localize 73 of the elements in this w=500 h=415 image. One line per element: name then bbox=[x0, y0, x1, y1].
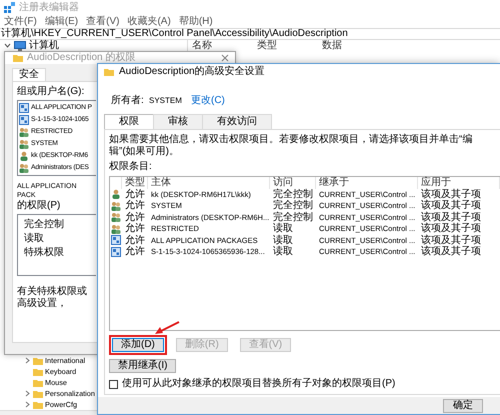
table-cell-text: 允许 bbox=[124, 188, 146, 200]
table-cell-text: 完全控制 bbox=[272, 212, 314, 222]
group-icon bbox=[111, 212, 121, 222]
tab[interactable]: 安全 bbox=[12, 68, 46, 81]
table-cell-text: 该项及其子项 bbox=[420, 234, 482, 246]
permission-name: 读取 bbox=[24, 232, 44, 246]
tab[interactable]: 有效访问 bbox=[202, 114, 272, 129]
table-cell-text: 完全控制 bbox=[272, 188, 314, 200]
table-cell-text: 读取 bbox=[272, 234, 294, 246]
table-cell-text: 读取 bbox=[272, 223, 294, 234]
folder-icon bbox=[13, 54, 23, 62]
tab[interactable]: 权限 bbox=[104, 114, 154, 129]
checkbox[interactable] bbox=[109, 380, 118, 388]
table-cell-text: 该项及其子项 bbox=[420, 212, 482, 222]
column-header[interactable]: 应用于 bbox=[418, 177, 500, 188]
column-header[interactable]: 数据 bbox=[322, 40, 387, 51]
package-icon bbox=[111, 235, 121, 246]
owner-name: SYSTEM bbox=[149, 96, 183, 104]
column-header[interactable]: 类型 bbox=[122, 177, 148, 188]
table-cell-text: 允许 bbox=[124, 212, 146, 222]
column-header[interactable]: 类型 bbox=[257, 40, 322, 51]
table-cell-text: 该项及其子项 bbox=[420, 200, 482, 212]
package-icon bbox=[19, 103, 29, 113]
column-header[interactable]: 名称 bbox=[192, 40, 257, 51]
dialog-title: AudioDescription 的权限 bbox=[27, 52, 136, 64]
group-icon bbox=[111, 200, 121, 211]
field-label: 的权限(P) bbox=[17, 200, 62, 212]
table-cell-text: 允许 bbox=[124, 223, 146, 234]
table-cell-text: 允许 bbox=[124, 246, 146, 258]
table-cell-text: 该项及其子项 bbox=[420, 223, 482, 234]
column-header[interactable]: 访问 bbox=[270, 177, 316, 188]
registry-icon bbox=[4, 2, 15, 13]
menu-item[interactable]: 收藏夹(A) bbox=[123, 15, 175, 28]
change-link[interactable]: 更改(C) bbox=[191, 93, 225, 107]
user-icon bbox=[19, 151, 29, 161]
table-cell-text: 允许 bbox=[124, 200, 146, 212]
permission-name: 特殊权限 bbox=[24, 246, 64, 260]
window-title: 注册表编辑器 bbox=[19, 2, 79, 14]
field-label: 权限条目: bbox=[109, 161, 153, 173]
entry-button[interactable]: 添加(D) bbox=[112, 338, 164, 352]
group-icon bbox=[111, 224, 121, 234]
menu-item[interactable]: 编辑(E) bbox=[40, 15, 82, 28]
menu-item[interactable]: 帮助(H) bbox=[174, 15, 217, 28]
close-icon bbox=[221, 54, 229, 62]
table-cell-text: 完全控制 bbox=[272, 200, 314, 212]
menu-item[interactable]: 查看(V) bbox=[82, 15, 124, 28]
group-icon bbox=[19, 139, 29, 149]
dialog-title: AudioDescription的高级安全设置 bbox=[119, 64, 265, 79]
table-cell-text: 读取 bbox=[272, 246, 294, 258]
address-bar[interactable]: 计算机\HKEY_CURRENT_USER\Control Panel\Accessibility\AudioDescription bbox=[0, 28, 500, 40]
table-cell-text: 允许 bbox=[124, 234, 146, 246]
help-text: 有关特殊权限或高级设置， bbox=[17, 286, 88, 310]
package-icon bbox=[111, 246, 121, 257]
package-icon bbox=[19, 115, 29, 125]
ok-button[interactable]: 确定 bbox=[443, 398, 483, 412]
user-icon bbox=[111, 189, 121, 200]
checkbox-label: 使用可从此对象继承的权限项目替换所有子对象的权限项目(P) bbox=[122, 378, 396, 390]
info-text: 如果需要其他信息，请双击权限项目。若要修改权限项目，请选择该项目并单击“编辑”(如果可用)。 bbox=[109, 134, 474, 158]
table-cell-text: 该项及其子项 bbox=[420, 246, 482, 258]
group-icon bbox=[19, 163, 29, 173]
folder-icon bbox=[104, 68, 114, 76]
field-label: 组或用户名(G): bbox=[17, 86, 86, 98]
column-header[interactable]: 主体 bbox=[148, 177, 270, 188]
table-cell-text: 该项及其子项 bbox=[420, 188, 482, 200]
computer-icon bbox=[14, 40, 26, 50]
disable-inheritance-button[interactable]: 禁用继承(I) bbox=[109, 359, 176, 373]
group-icon bbox=[19, 127, 29, 137]
column-header[interactable]: 继承于 bbox=[316, 177, 418, 188]
tree-item[interactable]: 计算机 bbox=[29, 40, 59, 51]
menu-item[interactable]: 文件(F) bbox=[0, 15, 41, 28]
permission-name: 完全控制 bbox=[24, 218, 64, 232]
tab[interactable]: 审核 bbox=[153, 114, 203, 129]
field-label: 所有者: bbox=[111, 94, 145, 107]
